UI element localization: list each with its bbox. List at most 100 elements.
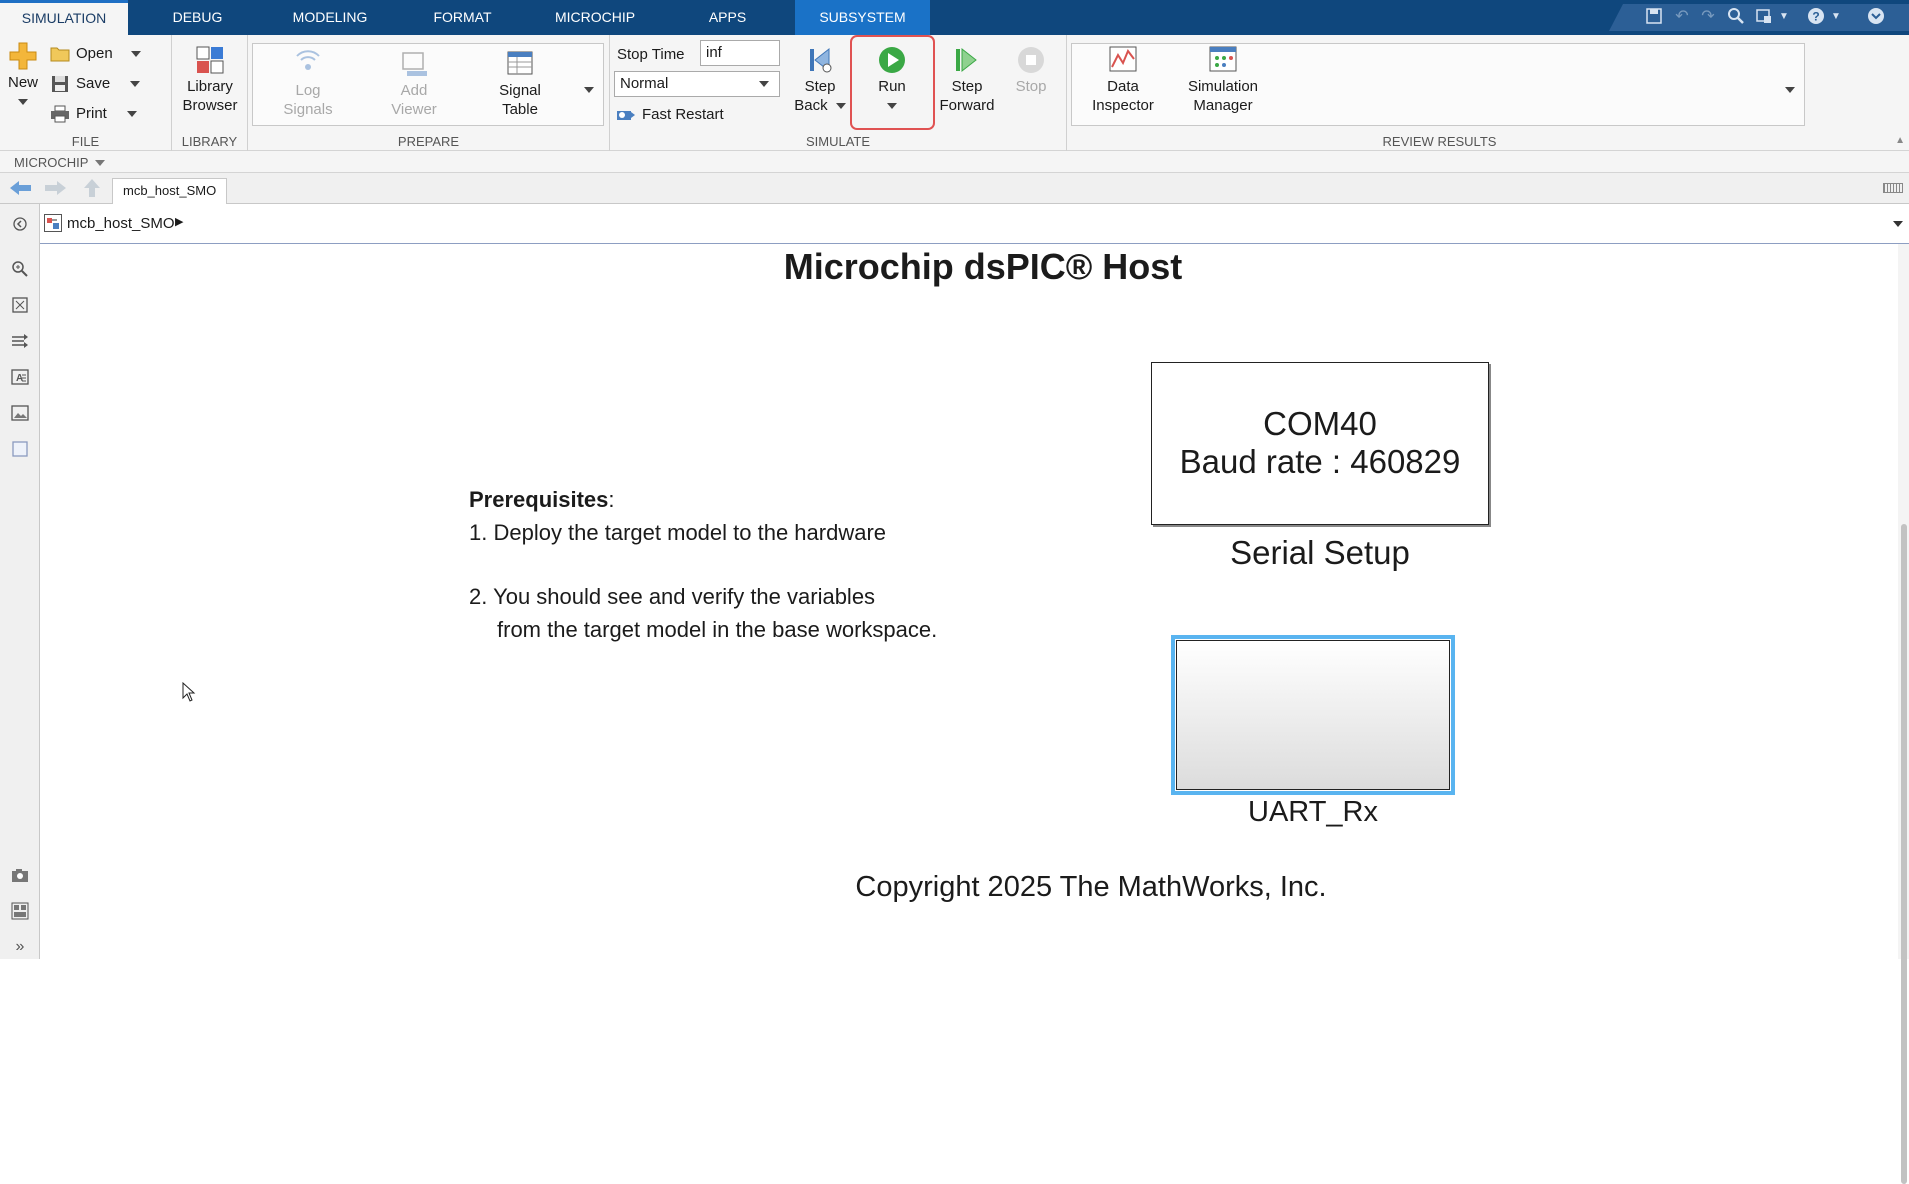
chevron-down-icon[interactable] [18,99,28,106]
new-button[interactable]: New [5,41,41,111]
open-button[interactable]: Open [50,42,141,66]
search-icon[interactable] [1725,7,1747,27]
tab-modeling[interactable]: MODELING [280,0,380,35]
library-browser-button[interactable]: Library Browser [178,45,242,115]
signal-table-button[interactable]: Signal Table [480,49,560,119]
title-wrapper: Microchip dsPIC® Host [41,244,1861,304]
step-forward-button[interactable]: Step Forward [932,45,1002,115]
stop-time-label: Stop Time [617,46,685,63]
chevron-down-icon[interactable] [95,160,105,166]
viewer-icon [402,52,427,76]
simulation-manager-button[interactable]: Simulation Manager [1173,45,1273,115]
copyright-annotation: Copyright 2025 The MathWorks, Inc. [855,871,1327,903]
toolstrip: New Open Save Print FILE Library Browser… [0,35,1909,151]
collapse-toolstrip-icon[interactable]: ▲ [1895,135,1905,146]
window-icon[interactable] [1753,7,1775,27]
tab-format[interactable]: FORMAT [420,0,505,35]
simulation-mode-select[interactable]: Normal [614,71,780,97]
uart-rx-label: UART_Rx [1248,796,1378,828]
mode-label[interactable]: MICROCHIP [14,155,88,170]
redo-icon[interactable]: ↷ [1697,7,1719,27]
chevron-down-icon[interactable] [127,111,138,118]
forward-arrow-icon[interactable] [44,180,66,200]
tab-simulation[interactable]: SIMULATION [0,0,128,35]
print-label: Print [76,105,107,122]
chevron-down-icon[interactable]: ▼ [1773,7,1795,27]
up-arrow-icon[interactable] [84,179,100,201]
log-signals-button[interactable]: Log Signals [268,49,348,119]
annotation-icon[interactable]: A [10,368,30,386]
data-inspector-icon [1109,46,1137,72]
serial-setup-block[interactable]: COM40 Baud rate : 460829 [1151,362,1489,525]
help-icon[interactable]: ? [1805,7,1827,27]
screenshot-icon[interactable] [10,866,30,884]
chevron-down-icon[interactable] [130,51,141,58]
chevron-down-icon[interactable] [887,103,897,110]
model-tab[interactable]: mcb_host_SMO [112,178,228,204]
chevron-right-icon[interactable]: ▶ [175,215,183,228]
data-inspector-button[interactable]: Data Inspector [1083,45,1163,115]
tab-subsystem-block[interactable]: SUBSYSTEM BLOCK [795,0,930,60]
fast-restart-toggle[interactable]: Fast Restart [616,103,724,127]
print-button[interactable]: Print [50,102,138,126]
step-back-button[interactable]: Step Back [790,45,850,115]
step-back-icon [810,47,832,73]
save-icon [52,76,68,93]
tab-microchip[interactable]: MICROCHIP [545,0,645,35]
serial-port-value: COM40 [1263,405,1377,442]
add-viewer-line1: Add [400,82,428,99]
chevron-down-icon[interactable] [130,81,141,88]
stop-button[interactable]: Stop [1006,45,1056,96]
collapse-icon[interactable] [1865,7,1887,27]
simulation-manager-line2: Manager [1193,97,1253,114]
prepare-gallery-expand[interactable] [584,81,594,98]
signal-routing-icon[interactable] [10,332,30,350]
log-signals-icon [296,50,320,70]
tab-debug[interactable]: DEBUG [155,0,240,35]
area-icon[interactable] [10,440,30,458]
chevron-down-icon[interactable] [1893,221,1903,227]
undo-icon[interactable]: ↶ [1671,7,1693,27]
expand-icon[interactable]: » [10,938,30,956]
table-icon [507,51,533,75]
folder-icon [50,47,70,62]
new-label: New [7,74,38,91]
save-icon[interactable] [1643,7,1665,27]
chevron-down-icon[interactable]: ▼ [1825,7,1847,27]
uart-rx-block[interactable] [1176,640,1450,790]
model-browser-icon[interactable] [10,902,30,920]
log-signals-line2: Signals [283,101,333,118]
review-gallery-expand[interactable] [1785,81,1795,98]
chevron-down-icon [584,87,594,94]
hide-show-explorer-icon[interactable] [10,216,30,234]
step-forward-icon [956,47,977,73]
prerequisites-annotation[interactable]: Prerequisites: 1. Deploy the target mode… [469,484,1029,646]
fit-view-icon[interactable] [10,296,30,314]
uart-rx-block-selection[interactable] [1171,635,1455,795]
library-browser-icon [196,46,224,74]
prerequisites-colon: : [608,487,615,512]
run-button[interactable]: Run [860,45,924,115]
prerequisites-heading-row: Prerequisites: [469,484,1029,517]
back-arrow-icon[interactable] [10,180,32,200]
scrollbar-thumb[interactable] [1901,524,1907,1184]
image-icon[interactable] [10,404,30,422]
data-inspector-line1: Data [1107,78,1139,95]
prerequisite-1: 1. Deploy the target model to the hardwa… [469,519,887,545]
zoom-icon[interactable] [10,260,30,278]
keyboard-icon[interactable] [1883,183,1903,193]
library-label-line1: Library [187,78,233,95]
breadcrumb[interactable]: mcb_host_SMO [67,215,175,232]
stop-time-input[interactable]: inf [700,40,780,66]
prerequisite-2a: 2. You should see and verify the variabl… [469,584,876,609]
vertical-scrollbar[interactable] [1898,244,1909,1184]
simulate-section: Stop Time inf Normal Fast Restart Step B… [610,35,1067,151]
chevron-down-icon[interactable] [835,103,846,110]
save-button[interactable]: Save [50,72,141,96]
review-results-section-label: REVIEW RESULTS [1382,134,1497,149]
add-viewer-button[interactable]: Add Viewer [374,49,454,119]
log-signals-line1: Log [295,82,321,99]
prerequisite-2b: from the target model in the base worksp… [497,616,938,642]
model-canvas[interactable]: Microchip dsPIC® Host Prerequisites: 1. … [41,244,1898,959]
tab-apps[interactable]: APPS [690,0,765,35]
